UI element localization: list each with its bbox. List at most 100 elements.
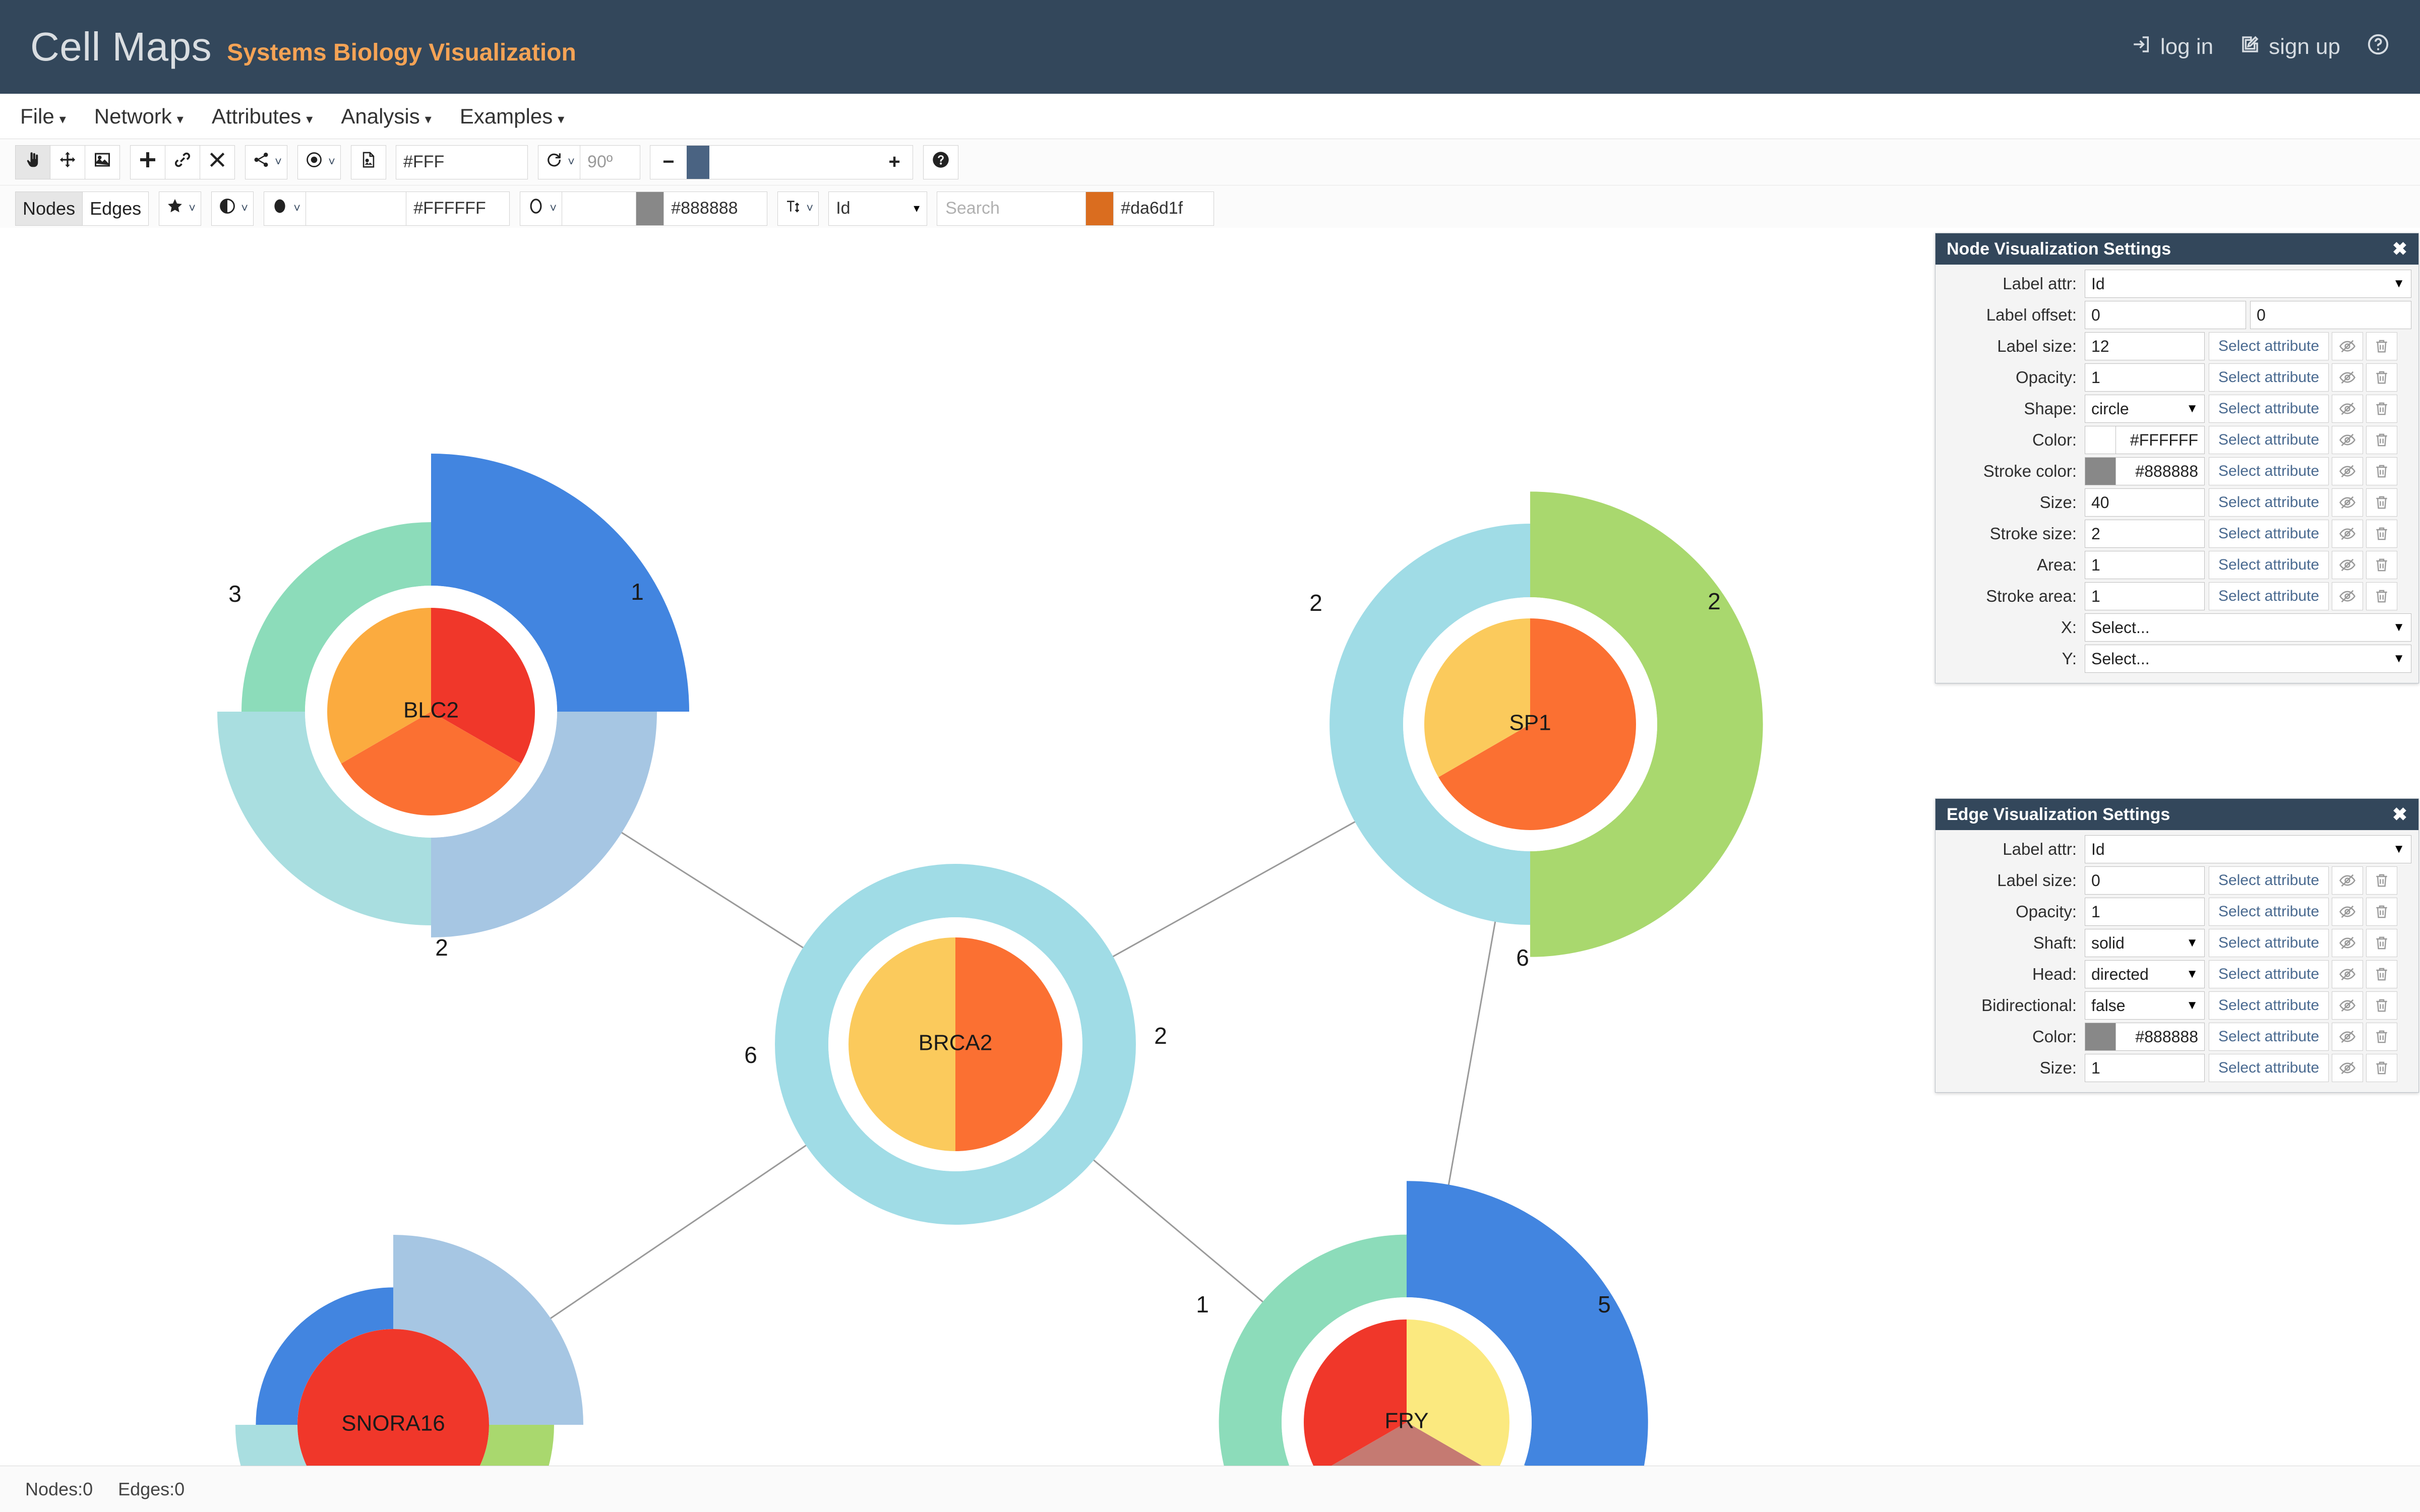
eye-slash-icon[interactable] [2332, 1023, 2363, 1051]
node_panel-select-attribute-button[interactable]: Select attribute [2209, 488, 2329, 517]
menu-examples[interactable]: Examples ▾ [460, 104, 564, 129]
eye-slash-icon[interactable] [2332, 395, 2363, 423]
eye-slash-icon[interactable] [2332, 991, 2363, 1020]
node_panel-select-attribute-button[interactable]: Select attribute [2209, 457, 2329, 485]
eye-slash-icon[interactable] [2332, 488, 2363, 517]
trash-icon[interactable] [2366, 426, 2397, 454]
zoom-out-button[interactable]: − [650, 146, 687, 179]
stroke-color-swatch[interactable] [636, 191, 664, 226]
trash-icon[interactable] [2366, 960, 2397, 988]
node_panel-select-attribute-button[interactable]: Select attribute [2209, 426, 2329, 454]
zoom-in-button[interactable]: + [876, 146, 913, 179]
node_panel-select[interactable]: Select... ▼ [2085, 613, 2411, 642]
node_panel-select-attribute-button[interactable]: Select attribute [2209, 395, 2329, 423]
trash-icon[interactable] [2366, 929, 2397, 957]
rotate-button[interactable]: ˅ [538, 145, 581, 179]
trash-icon[interactable] [2366, 520, 2397, 548]
edge_panel-select-attribute-button[interactable]: Select attribute [2209, 1023, 2329, 1051]
trash-icon[interactable] [2366, 1023, 2397, 1051]
menu-network[interactable]: Network ▾ [94, 104, 184, 129]
export-image-button[interactable] [351, 145, 387, 179]
zoom-slider-track[interactable] [687, 145, 877, 179]
menu-analysis[interactable]: Analysis ▾ [341, 104, 431, 129]
edge_panel-select-attribute-button[interactable]: Select attribute [2209, 1054, 2329, 1082]
eye-slash-icon[interactable] [2332, 426, 2363, 454]
menu-attributes[interactable]: Attributes ▾ [212, 104, 313, 129]
shape-button[interactable]: ˅ [159, 191, 202, 226]
edge_panel-select-attribute-button[interactable]: Select attribute [2209, 898, 2329, 926]
node_panel-value-input[interactable]: 12 [2085, 332, 2205, 360]
node_panel-offset-y-input[interactable]: 0 [2250, 301, 2411, 329]
select-tool-button[interactable] [15, 145, 50, 179]
edge_panel-select-attribute-button[interactable]: Select attribute [2209, 991, 2329, 1020]
graph-node-BLC2[interactable]: BLC2 [217, 454, 689, 937]
share-layout-button[interactable]: ˅ [245, 145, 288, 179]
add-edge-button[interactable] [165, 145, 200, 179]
node_panel-select-attribute-button[interactable]: Select attribute [2209, 332, 2329, 360]
trash-icon[interactable] [2366, 363, 2397, 392]
tab-edges[interactable]: Edges [82, 191, 149, 226]
question-circle-icon[interactable] [2367, 33, 2390, 61]
edge_panel-select[interactable]: Id ▼ [2085, 835, 2411, 863]
node_panel-value-input[interactable]: 2 [2085, 520, 2205, 548]
opacity-button[interactable]: ˅ [211, 191, 254, 226]
delete-button[interactable] [200, 145, 235, 179]
label-attr-select[interactable]: Id ▾ [828, 191, 928, 226]
trash-icon[interactable] [2366, 1054, 2397, 1082]
trash-icon[interactable] [2366, 457, 2397, 485]
edge_panel-value-input[interactable]: 1 [2085, 1054, 2205, 1082]
edge_panel-value-input[interactable]: 1 [2085, 898, 2205, 926]
edge_panel-value-select[interactable]: false ▼ [2085, 991, 2205, 1020]
node_panel-color-swatch[interactable] [2085, 457, 2116, 485]
highlight-color-swatch[interactable] [1085, 191, 1114, 226]
background-color-input[interactable]: #FFF [396, 145, 528, 179]
trash-icon[interactable] [2366, 488, 2397, 517]
rotate-angle-value[interactable]: 90º [580, 145, 641, 179]
eye-slash-icon[interactable] [2332, 332, 2363, 360]
label-size-button[interactable]: ˅ [777, 191, 819, 226]
graph-node-BRCA2[interactable]: BRCA2 [775, 864, 1136, 1225]
edge_panel-select-attribute-button[interactable]: Select attribute [2209, 960, 2329, 988]
node_panel-select-attribute-button[interactable]: Select attribute [2209, 520, 2329, 548]
edge_panel-color-value[interactable]: #888888 [2116, 1023, 2205, 1051]
trash-icon[interactable] [2366, 898, 2397, 926]
move-tool-button[interactable] [50, 145, 85, 179]
edge_panel-value-input[interactable]: 0 [2085, 866, 2205, 895]
signup-link[interactable]: sign up [2240, 34, 2340, 60]
eye-slash-icon[interactable] [2332, 866, 2363, 895]
graph-node-SP1[interactable]: SP1 [1329, 491, 1763, 957]
fill-color-value[interactable]: #FFFFFF [406, 191, 510, 226]
node_panel-value-input[interactable]: 1 [2085, 582, 2205, 610]
node_panel-select[interactable]: Select... ▼ [2085, 645, 2411, 673]
login-link[interactable]: log in [2131, 34, 2213, 60]
stroke-color-value[interactable]: #888888 [663, 191, 768, 226]
eye-slash-icon[interactable] [2332, 898, 2363, 926]
graph-node-FRY[interactable]: FRY [1216, 1181, 1648, 1466]
node_panel-color-swatch[interactable] [2085, 426, 2116, 454]
search-input[interactable]: Search [937, 191, 1086, 226]
eye-slash-icon[interactable] [2332, 929, 2363, 957]
node_panel-color-value[interactable]: #888888 [2116, 457, 2205, 485]
eye-slash-icon[interactable] [2332, 457, 2363, 485]
trash-icon[interactable] [2366, 582, 2397, 610]
node_panel-value-input[interactable]: 1 [2085, 363, 2205, 392]
image-tool-button[interactable] [85, 145, 120, 179]
fill-color-button[interactable]: ˅ [264, 191, 307, 226]
node_panel-offset-x-input[interactable]: 0 [2085, 301, 2246, 329]
node_panel-select-attribute-button[interactable]: Select attribute [2209, 363, 2329, 392]
edge_panel-color-swatch[interactable] [2085, 1023, 2116, 1051]
node_panel-select-attribute-button[interactable]: Select attribute [2209, 582, 2329, 610]
node_panel-color-value[interactable]: #FFFFFF [2116, 426, 2205, 454]
toolbar-help-button[interactable] [923, 145, 959, 179]
fill-color-preview[interactable] [306, 191, 407, 226]
node_panel-value-input[interactable]: 1 [2085, 551, 2205, 579]
trash-icon[interactable] [2366, 551, 2397, 579]
circle-layout-button[interactable]: ˅ [297, 145, 341, 179]
node_panel-value-input[interactable]: 40 [2085, 488, 2205, 517]
menu-file[interactable]: File ▾ [20, 104, 66, 129]
close-icon[interactable]: ✖ [2392, 805, 2407, 824]
eye-slash-icon[interactable] [2332, 960, 2363, 988]
eye-slash-icon[interactable] [2332, 582, 2363, 610]
highlight-color-value[interactable]: #da6d1f [1113, 191, 1215, 226]
eye-slash-icon[interactable] [2332, 551, 2363, 579]
